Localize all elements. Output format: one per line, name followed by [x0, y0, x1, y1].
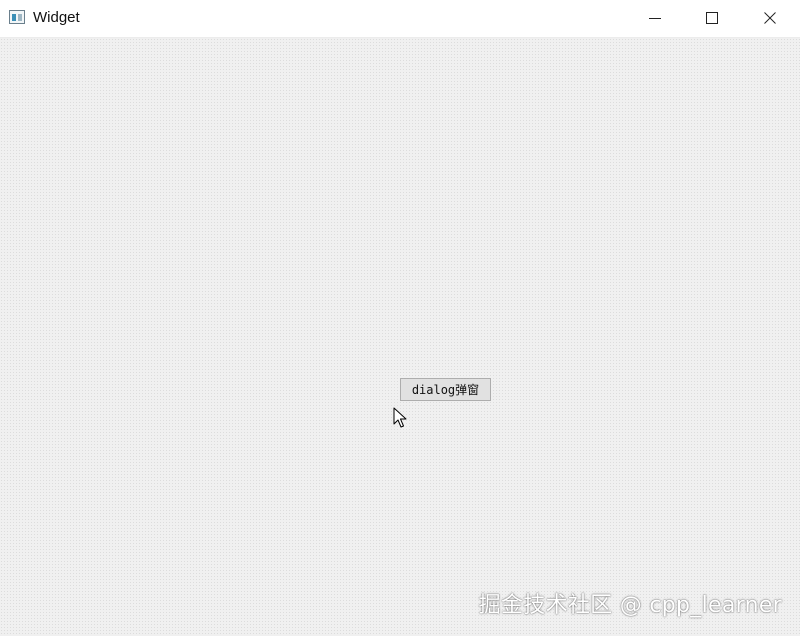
window-title: Widget — [33, 9, 80, 26]
minimize-button[interactable] — [626, 0, 684, 36]
maximize-icon — [706, 12, 718, 24]
watermark: 掘金技术社区 @ cpp_learner — [478, 593, 782, 618]
close-button[interactable] — [741, 0, 799, 36]
close-icon — [764, 12, 776, 24]
client-area: dialog弹窗 — [0, 38, 800, 636]
mouse-cursor-icon — [393, 407, 407, 428]
app-icon — [9, 10, 25, 24]
maximize-button[interactable] — [683, 0, 741, 36]
title-bar[interactable]: Widget — [0, 0, 800, 38]
minimize-icon — [649, 18, 661, 19]
dialog-button[interactable]: dialog弹窗 — [400, 378, 491, 401]
app-window: Widget dialog弹窗 掘金技术社区 @ cpp_learner — [0, 0, 800, 636]
